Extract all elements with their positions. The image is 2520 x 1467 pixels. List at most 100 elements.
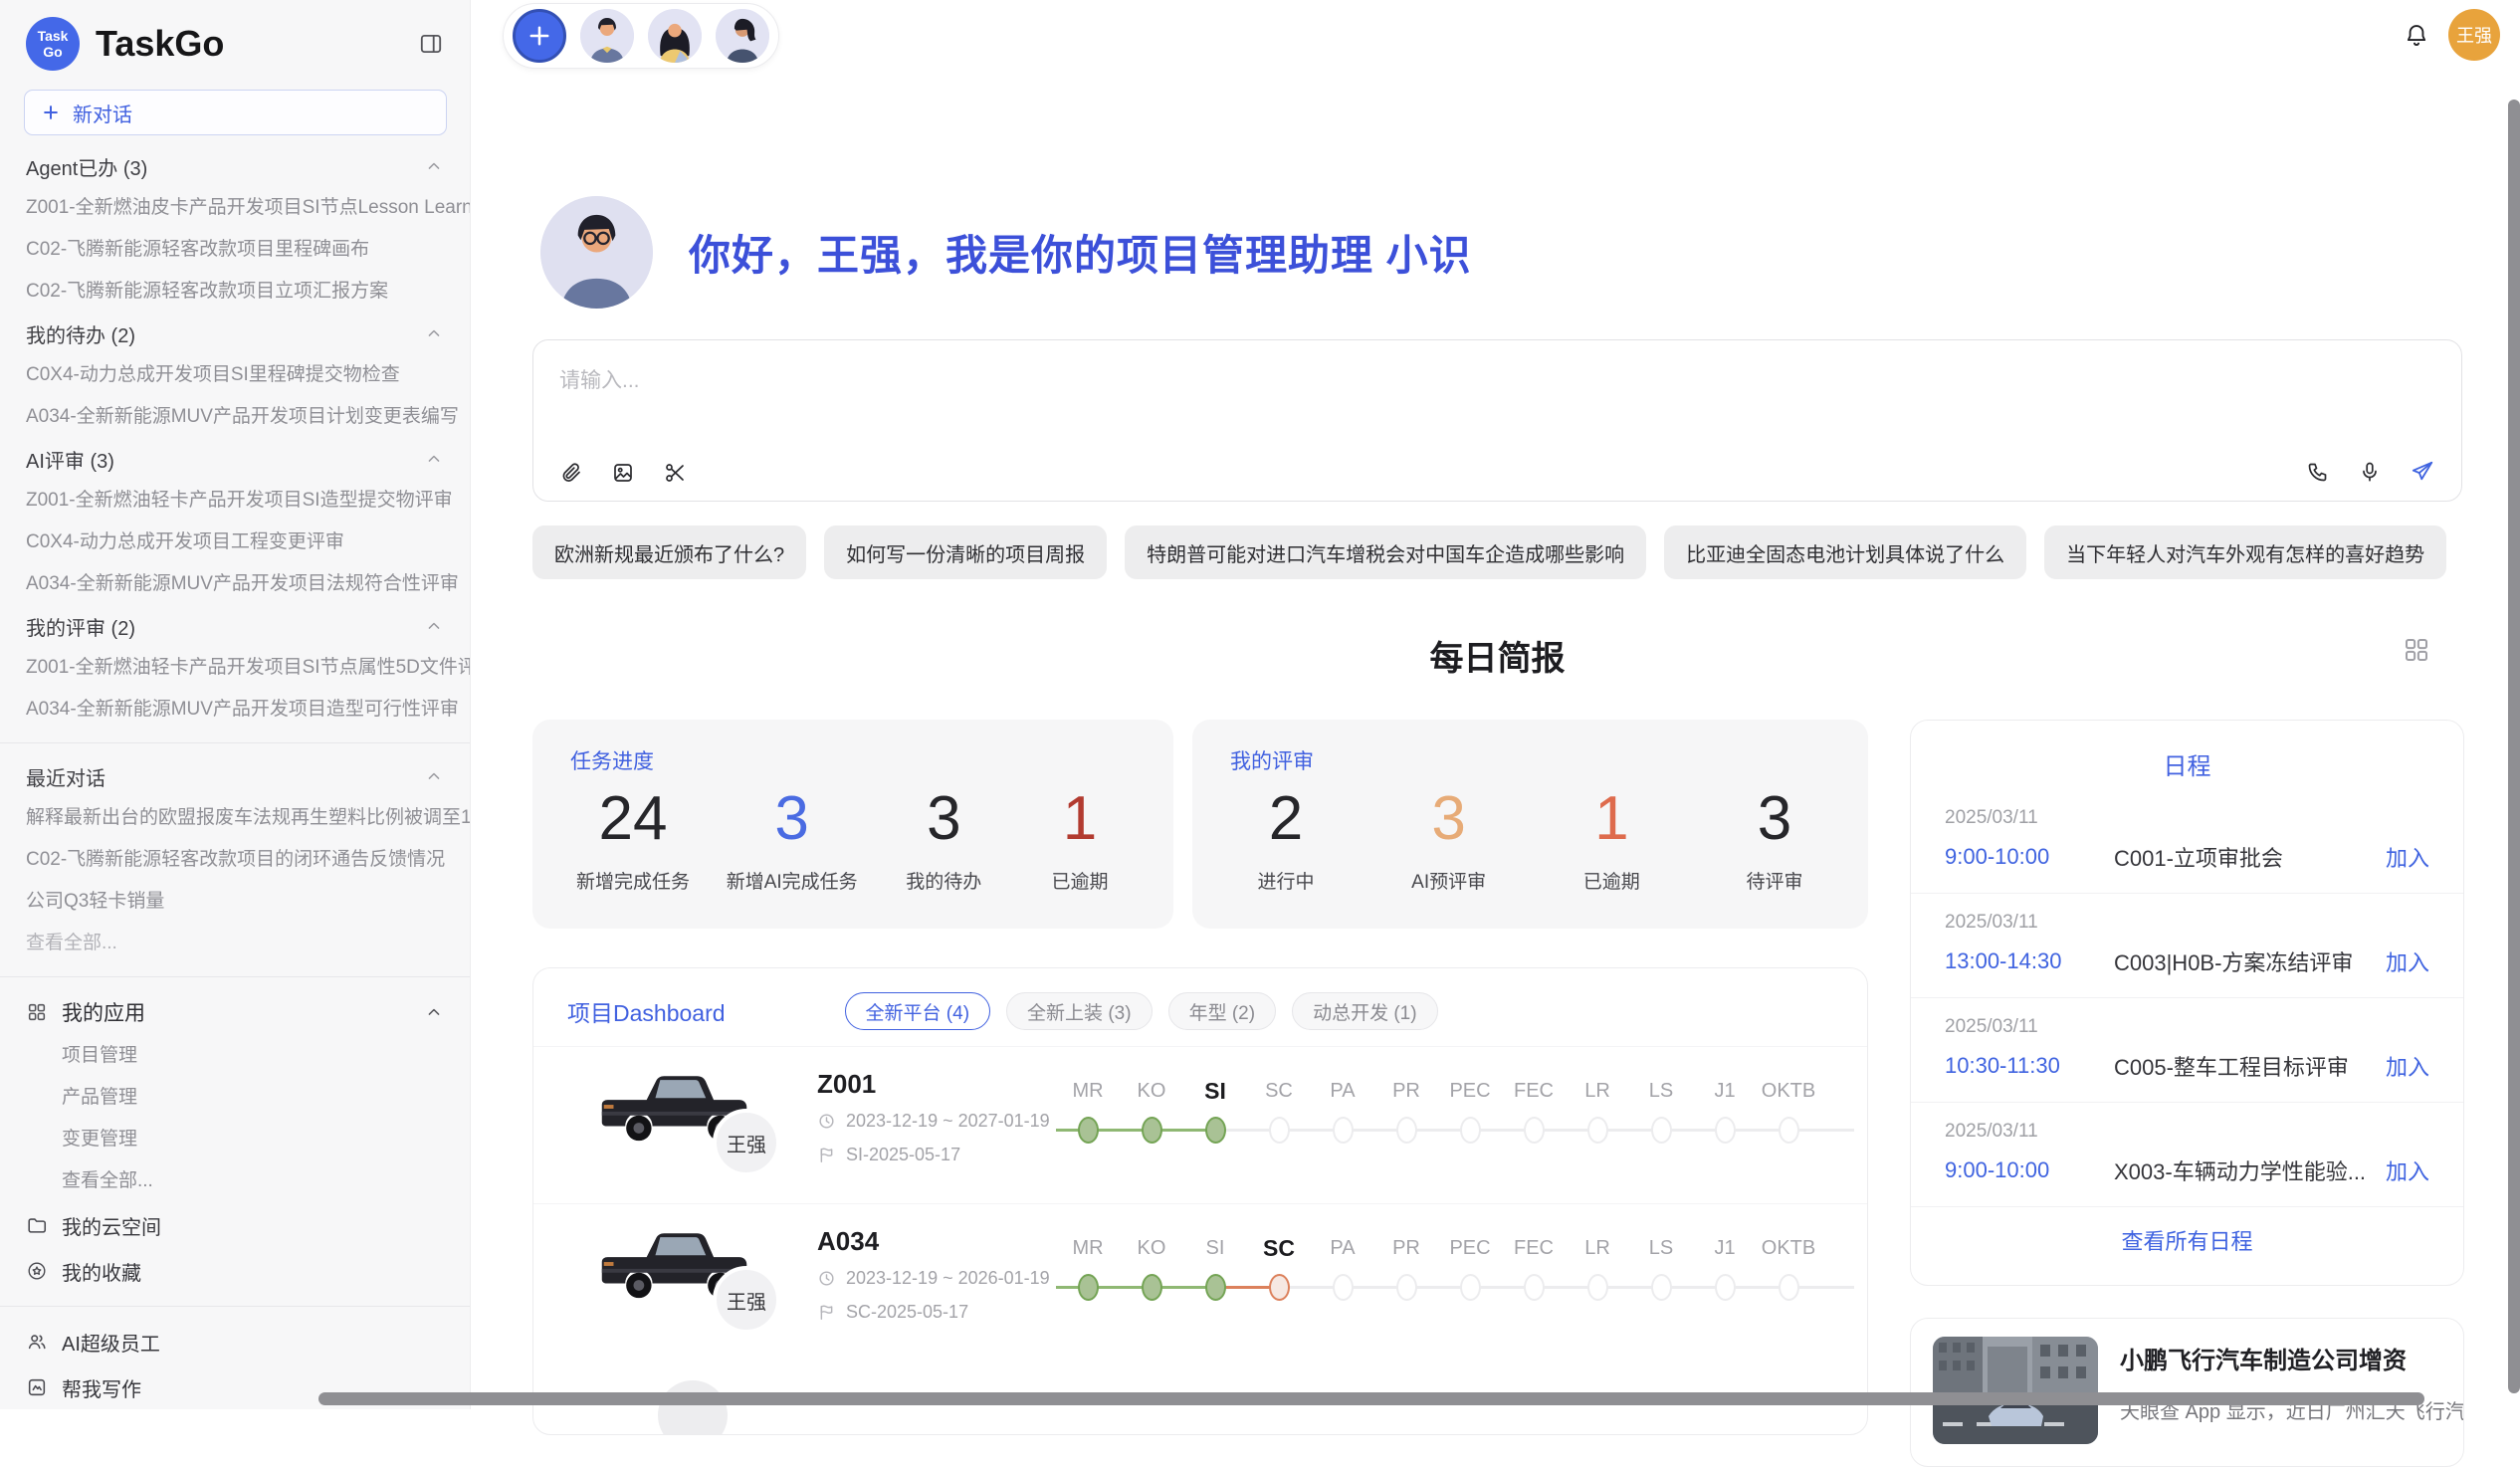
- milestone-label: SC: [1247, 1075, 1311, 1107]
- stat-label: 已逾期: [1030, 867, 1130, 894]
- sidebar-item[interactable]: A034-全新新能源MUV产品开发项目法规符合性评审: [0, 563, 470, 605]
- agent-avatar[interactable]: [648, 9, 702, 63]
- chevron-up-icon: [424, 449, 444, 469]
- join-link[interactable]: 加入: [2386, 945, 2429, 977]
- milestone-stop: LR: [1566, 1232, 1629, 1301]
- my-review-card: 我的评审 2进行中3AI预评审1已逾期3待评审: [1192, 720, 1868, 929]
- section-title: AI评审 (3): [26, 445, 114, 474]
- dashboard-tab[interactable]: 年型 (2): [1168, 992, 1277, 1030]
- milestone-dot: [1078, 1274, 1099, 1301]
- stat-value: 24: [576, 783, 690, 855]
- view-all-schedule-link[interactable]: 查看所有日程: [1911, 1206, 2463, 1273]
- join-link[interactable]: 加入: [2386, 841, 2429, 873]
- layout-grid-icon[interactable]: [2402, 635, 2431, 665]
- app-menu-item[interactable]: 查看全部...: [0, 1160, 470, 1202]
- user-avatar[interactable]: 王强: [2448, 9, 2500, 61]
- milestone-stop: PA: [1311, 1075, 1374, 1144]
- stat-value: 1: [1562, 783, 1661, 855]
- suggestion-chip[interactable]: 当下年轻人对汽车外观有怎样的喜好趋势: [2044, 525, 2446, 579]
- sidebar-item[interactable]: Z001-全新燃油皮卡产品开发项目SI节点Lesson Learn报告: [0, 187, 470, 229]
- sidebar-item[interactable]: A034-全新新能源MUV产品开发项目造型可行性评审: [0, 689, 470, 731]
- event-date: 2025/03/11: [1945, 1016, 2429, 1038]
- milestone-dot: [1651, 1274, 1672, 1301]
- sidebar-item[interactable]: C02-飞腾新能源轻客改款项目里程碑画布: [0, 229, 470, 271]
- clock-icon: [817, 1112, 836, 1131]
- add-agent-button[interactable]: [513, 9, 566, 63]
- app-menu-item[interactable]: 变更管理: [0, 1119, 470, 1160]
- sidebar-item[interactable]: Z001-全新燃油轻卡产品开发项目SI节点属性5D文件评审: [0, 647, 470, 689]
- sidebar-section-header[interactable]: Agent已办 (3): [0, 145, 470, 187]
- project-milestone-text: SI-2025-05-17: [846, 1145, 960, 1165]
- app-menu-item[interactable]: 项目管理: [0, 1035, 470, 1077]
- horizontal-scrollbar[interactable]: [318, 1392, 2424, 1405]
- folder-icon: [26, 1214, 48, 1236]
- dashboard-tab[interactable]: 动总开发 (1): [1292, 992, 1438, 1030]
- stat: 1已逾期: [1030, 783, 1130, 894]
- milestone-stop: J1: [1693, 1075, 1757, 1144]
- milestone-label: LS: [1629, 1232, 1693, 1264]
- schedule-title: 日程: [1911, 721, 2463, 789]
- sidebar-section-header[interactable]: AI评审 (3): [0, 438, 470, 480]
- notification-bell-icon[interactable]: [2403, 22, 2430, 50]
- storage-links: 我的云空间我的收藏: [0, 1202, 470, 1294]
- milestone-label: FEC: [1502, 1232, 1566, 1264]
- event-time: 10:30-11:30: [1945, 1053, 2106, 1079]
- app-menu-item[interactable]: 产品管理: [0, 1077, 470, 1119]
- plus-icon: [525, 22, 553, 50]
- sidebar-section-header[interactable]: 最近对话: [0, 755, 470, 797]
- view-all-conversations[interactable]: 查看全部...: [0, 923, 470, 964]
- sidebar-item[interactable]: C02-飞腾新能源轻客改款项目立项汇报方案: [0, 271, 470, 313]
- suggestion-chip[interactable]: 如何写一份清晰的项目周报: [824, 525, 1107, 579]
- sidebar-item[interactable]: Z001-全新燃油轻卡产品开发项目SI造型提交物评审: [0, 480, 470, 522]
- section-title: Agent已办 (3): [26, 152, 147, 181]
- recent-conversation-item[interactable]: 公司Q3轻卡销量: [0, 881, 470, 923]
- project-row[interactable]: 王强A0342023-12-19 ~ 2026-01-19SC-2025-05-…: [533, 1203, 1867, 1361]
- join-link[interactable]: 加入: [2386, 1154, 2429, 1186]
- dashboard-tab[interactable]: 全新上装 (3): [1006, 992, 1153, 1030]
- collapse-sidebar-icon[interactable]: [418, 31, 444, 57]
- recent-conversations: 最近对话解释最新出台的欧盟报废车法规再生塑料比例被调至15%...C02-飞腾新…: [0, 755, 470, 964]
- sidebar-item-star[interactable]: 我的收藏: [0, 1248, 470, 1294]
- agent-avatar[interactable]: [716, 9, 769, 63]
- agent-avatar[interactable]: [580, 9, 634, 63]
- sidebar-item[interactable]: C0X4-动力总成开发项目工程变更评审: [0, 522, 470, 563]
- sidebar-section-header[interactable]: 我的待办 (2): [0, 313, 470, 354]
- scissors-icon[interactable]: [663, 461, 687, 485]
- milestone-label: LR: [1566, 1232, 1629, 1264]
- suggestion-chip[interactable]: 欧洲新规最近颁布了什么?: [532, 525, 806, 579]
- send-icon[interactable]: [2410, 459, 2435, 485]
- recent-conversation-item[interactable]: C02-飞腾新能源轻客改款项目的闭环通告反馈情况: [0, 839, 470, 881]
- join-link[interactable]: 加入: [2386, 1050, 2429, 1082]
- sidebar-tool-people[interactable]: AI超级员工: [0, 1319, 470, 1364]
- project-owner-badge: 王强: [713, 1266, 780, 1334]
- message-input[interactable]: [533, 340, 2461, 440]
- milestone-label: KO: [1120, 1232, 1183, 1264]
- milestone-label: MR: [1056, 1075, 1120, 1107]
- new-chat-button[interactable]: 新对话: [24, 90, 447, 135]
- suggestion-chip[interactable]: 比亚迪全固态电池计划具体说了什么: [1664, 525, 2026, 579]
- card-title: 我的评审: [1230, 745, 1830, 775]
- sidebar-item-my-apps[interactable]: 我的应用: [0, 989, 470, 1035]
- sidebar-item[interactable]: C0X4-动力总成开发项目SI里程碑提交物检查: [0, 354, 470, 396]
- sidebar-item-folder[interactable]: 我的云空间: [0, 1202, 470, 1248]
- event-title: C001-立项审批会: [2114, 841, 2378, 873]
- project-rows: 王强Z0012023-12-19 ~ 2027-01-19SI-2025-05-…: [533, 1046, 1867, 1361]
- sidebar-item[interactable]: A034-全新新能源MUV产品开发项目计划变更表编写: [0, 396, 470, 438]
- image-icon[interactable]: [611, 461, 635, 485]
- suggestion-chip[interactable]: 特朗普可能对进口汽车增税会对中国车企造成哪些影响: [1125, 525, 1646, 579]
- attach-icon[interactable]: [559, 461, 583, 485]
- stat: 3新增AI完成任务: [727, 783, 858, 894]
- recent-conversation-item[interactable]: 解释最新出台的欧盟报废车法规再生塑料比例被调至15%...: [0, 797, 470, 839]
- dashboard-tab[interactable]: 全新平台 (4): [845, 992, 991, 1030]
- milestone-stop: LS: [1629, 1075, 1693, 1144]
- phone-icon[interactable]: [2306, 460, 2330, 484]
- milestone-stop: J1: [1693, 1232, 1757, 1301]
- microphone-icon[interactable]: [2358, 460, 2382, 484]
- milestone-label: FEC: [1502, 1075, 1566, 1107]
- milestone-label: LR: [1566, 1075, 1629, 1107]
- milestone-label: PR: [1374, 1232, 1438, 1264]
- vertical-scrollbar[interactable]: [2508, 100, 2520, 1393]
- schedule-event: 2025/03/119:00-10:00C001-立项审批会加入: [1911, 789, 2463, 893]
- sidebar-section-header[interactable]: 我的评审 (2): [0, 605, 470, 647]
- project-row[interactable]: 王强Z0012023-12-19 ~ 2027-01-19SI-2025-05-…: [533, 1046, 1867, 1203]
